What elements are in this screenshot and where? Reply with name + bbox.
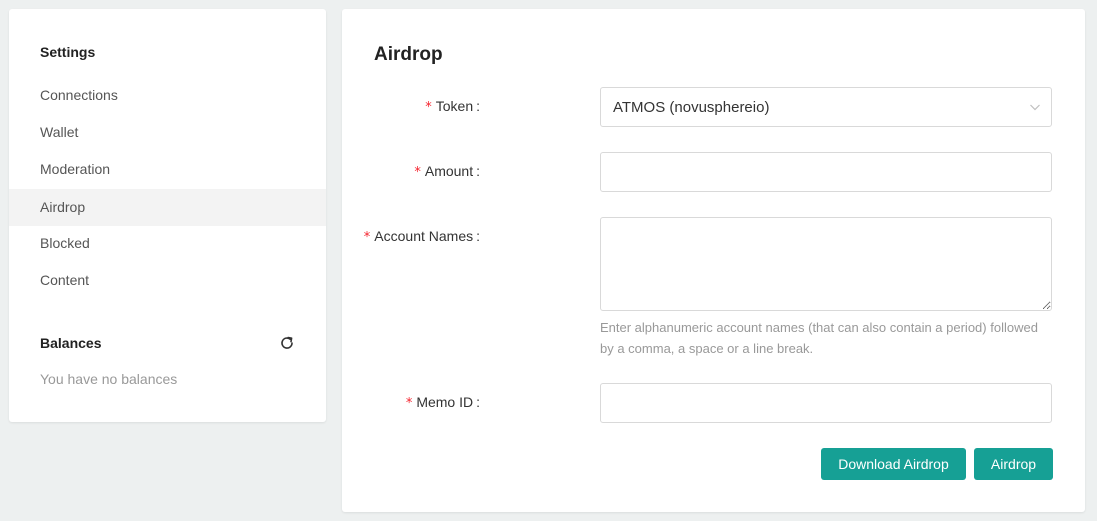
chevron-down-icon [1030,104,1040,111]
token-select-value: ATMOS (novusphereio) [613,99,770,116]
required-mark: * [363,230,371,245]
token-label-text: Token [435,98,474,114]
required-mark: * [405,396,413,411]
required-mark: * [425,100,432,115]
memo-id-label-text: Memo ID [416,394,474,410]
sidebar-item-content[interactable]: Content [9,262,326,299]
label-colon: : [476,394,480,410]
settings-sidebar: Settings Connections Wallet Moderation A… [9,9,326,422]
token-select[interactable]: ATMOS (novusphereio) [600,87,1052,127]
no-balances-text: You have no balances [40,371,178,387]
amount-label: * Amount: [414,163,480,180]
account-names-label-text: Account Names [374,228,474,244]
label-colon: : [476,98,480,114]
token-label: * Token: [425,98,480,115]
account-names-textarea[interactable] [600,217,1052,311]
download-airdrop-button[interactable]: Download Airdrop [821,448,966,480]
memo-id-input[interactable] [600,383,1052,423]
amount-input[interactable] [600,152,1052,192]
airdrop-button[interactable]: Airdrop [974,448,1053,480]
account-names-help: Enter alphanumeric account names (that c… [600,320,1038,356]
page-title: Airdrop [374,44,443,65]
refresh-icon[interactable] [279,335,295,351]
balances-heading: Balances [40,335,102,351]
airdrop-panel: Airdrop * Token: ATMOS (novusphereio) * Am… [342,9,1085,512]
account-names-label: * Account Names: [364,228,480,245]
sidebar-item-airdrop[interactable]: Airdrop [9,189,326,226]
sidebar-item-wallet[interactable]: Wallet [9,114,326,151]
memo-id-label: * Memo ID: [406,394,480,411]
settings-heading: Settings [40,44,96,60]
required-mark: * [414,165,421,180]
label-colon: : [476,163,480,179]
sidebar-item-moderation[interactable]: Moderation [9,151,326,188]
label-colon: : [476,228,480,244]
sidebar-item-blocked[interactable]: Blocked [9,225,326,262]
amount-label-text: Amount [424,163,474,179]
sidebar-item-connections[interactable]: Connections [9,77,326,114]
